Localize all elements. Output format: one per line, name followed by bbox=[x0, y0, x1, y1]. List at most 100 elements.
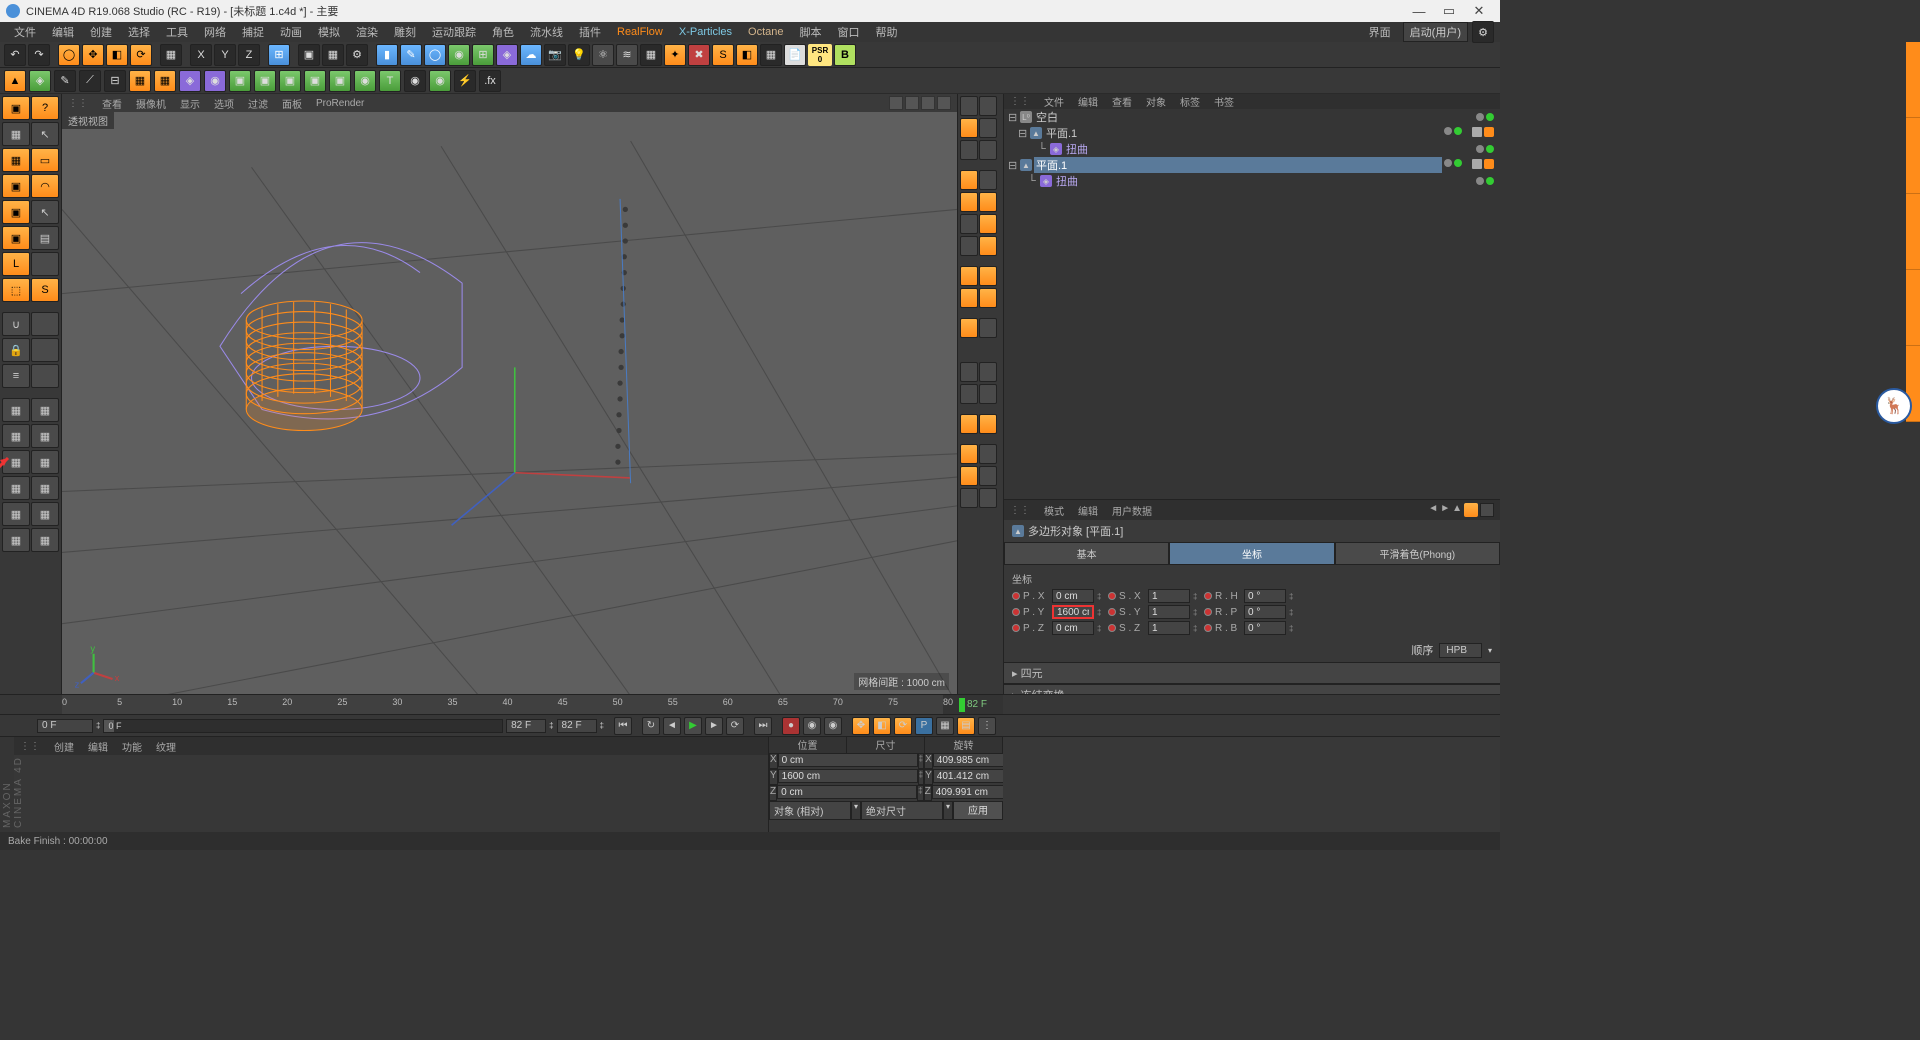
menu-sim[interactable]: 模拟 bbox=[310, 22, 348, 42]
layout-select[interactable]: 启动(用户) bbox=[1403, 22, 1468, 42]
rot-key-icon[interactable]: ⟳ bbox=[894, 717, 912, 735]
scale-key-icon[interactable]: ◧ bbox=[873, 717, 891, 735]
rt-13[interactable] bbox=[979, 236, 997, 256]
frame-slider[interactable]: 0 F bbox=[103, 719, 503, 733]
mt-4[interactable]: ⊟ bbox=[104, 70, 126, 92]
menu-char[interactable]: 角色 bbox=[484, 22, 522, 42]
rt-3[interactable] bbox=[979, 118, 997, 138]
rt-L1-icon[interactable] bbox=[960, 466, 978, 486]
rt-gear3[interactable] bbox=[960, 488, 978, 508]
vp-panel[interactable]: 面板 bbox=[282, 96, 302, 111]
keymode-icon[interactable]: ◉ bbox=[824, 717, 842, 735]
lt-g8[interactable]: ▦ bbox=[31, 476, 59, 500]
mt-15[interactable]: T bbox=[379, 70, 401, 92]
pos-key-icon[interactable]: ✥ bbox=[852, 717, 870, 735]
prev-key-icon[interactable]: ◄ bbox=[663, 717, 681, 735]
vp-camera[interactable]: 摄像机 bbox=[136, 96, 166, 111]
vp-icon-4[interactable] bbox=[937, 96, 951, 110]
ff-icon[interactable]: ⟳ bbox=[726, 717, 744, 735]
array-icon[interactable]: ⊞ bbox=[472, 44, 494, 66]
render-region-icon[interactable]: ▦ bbox=[322, 44, 344, 66]
subtab-coord[interactable]: 坐标 bbox=[1169, 542, 1334, 565]
mt-7[interactable]: ◈ bbox=[179, 70, 201, 92]
lt-g6[interactable]: ▦ bbox=[31, 450, 59, 474]
rt-recycle-icon[interactable] bbox=[960, 444, 978, 464]
menu-help[interactable]: 帮助 bbox=[868, 22, 906, 42]
attr-up-icon[interactable]: ▲ bbox=[1452, 503, 1462, 517]
rt-22[interactable] bbox=[979, 384, 997, 404]
render-settings-icon[interactable]: ⚙ bbox=[346, 44, 368, 66]
rt-14[interactable] bbox=[960, 266, 978, 286]
lt-edge-icon[interactable]: ▣ bbox=[2, 200, 30, 224]
material-manager[interactable]: ⋮⋮ 创建 编辑 功能 纹理 bbox=[14, 737, 768, 832]
lt-point-icon[interactable]: ▣ bbox=[2, 174, 30, 198]
rt-gear1[interactable] bbox=[979, 318, 997, 338]
simulate-icon[interactable]: ≋ bbox=[616, 44, 638, 66]
vp-filter[interactable]: 过滤 bbox=[248, 96, 268, 111]
vp-options[interactable]: 选项 bbox=[214, 96, 234, 111]
axis-y-icon[interactable]: Y bbox=[214, 44, 236, 66]
note-icon[interactable]: 📄 bbox=[784, 44, 806, 66]
s-icon[interactable]: S bbox=[712, 44, 734, 66]
undo-button[interactable]: ↶ bbox=[4, 44, 26, 66]
menu-sculpt[interactable]: 雕刻 bbox=[386, 22, 424, 42]
light-icon[interactable]: 💡 bbox=[568, 44, 590, 66]
param-key-icon[interactable]: P bbox=[915, 717, 933, 735]
menu-snap[interactable]: 捕捉 bbox=[234, 22, 272, 42]
rt-9[interactable] bbox=[979, 192, 997, 212]
input-py[interactable] bbox=[1052, 605, 1094, 619]
rt-24[interactable] bbox=[979, 414, 997, 434]
menu-tools[interactable]: 工具 bbox=[158, 22, 196, 42]
rt-gear2[interactable] bbox=[979, 444, 997, 464]
mt-8[interactable]: ◉ bbox=[204, 70, 226, 92]
lt-layer-icon[interactable]: ≡ bbox=[2, 364, 30, 388]
om-edit[interactable]: 编辑 bbox=[1078, 94, 1098, 109]
lt-g9[interactable]: ▦ bbox=[2, 502, 30, 526]
maximize-button[interactable]: ▭ bbox=[1434, 3, 1464, 19]
mt-2[interactable]: ✎ bbox=[54, 70, 76, 92]
redo-button[interactable]: ↷ bbox=[28, 44, 50, 66]
goto-end-icon[interactable]: ⏭ bbox=[754, 717, 772, 735]
spline-pen-icon[interactable]: ✎ bbox=[400, 44, 422, 66]
axis-x-icon[interactable]: X bbox=[190, 44, 212, 66]
rotate-icon[interactable]: ⟳ bbox=[130, 44, 152, 66]
cp-apply-button[interactable]: 应用 bbox=[953, 801, 1003, 820]
om-tag[interactable]: 标签 bbox=[1180, 94, 1200, 109]
attr-next-icon[interactable]: ► bbox=[1440, 503, 1450, 517]
lt-g2[interactable]: ▦ bbox=[31, 398, 59, 422]
cp-mode-select[interactable]: 对象 (相对) bbox=[769, 801, 851, 820]
rt-1[interactable] bbox=[960, 96, 978, 116]
right-side-strip[interactable] bbox=[1906, 42, 1920, 422]
record-icon[interactable]: ● bbox=[782, 717, 800, 735]
axis-z-icon[interactable]: Z bbox=[238, 44, 260, 66]
menu-octane[interactable]: Octane bbox=[740, 24, 791, 40]
menu-select[interactable]: 选择 bbox=[120, 22, 158, 42]
misc-icon[interactable]: ▦ bbox=[760, 44, 782, 66]
cp-pos-Y[interactable] bbox=[778, 769, 918, 783]
spline-circle-icon[interactable]: ◯ bbox=[424, 44, 446, 66]
mat-tex[interactable]: 纹理 bbox=[156, 739, 176, 754]
order-select[interactable]: HPB bbox=[1439, 643, 1482, 658]
tree-row-twist1[interactable]: └◈ 扭曲 bbox=[1004, 141, 1500, 157]
attr-pin-icon[interactable] bbox=[1480, 503, 1494, 517]
timeline-ruler[interactable]: 05101520253035404550556065707580 82 F bbox=[0, 694, 1500, 714]
rt-20[interactable] bbox=[979, 362, 997, 382]
lt-model-icon[interactable]: ▣ bbox=[2, 96, 30, 120]
loop-icon[interactable]: ↻ bbox=[642, 717, 660, 735]
subtab-phong[interactable]: 平滑着色(Phong) bbox=[1335, 542, 1500, 565]
camera-icon[interactable]: 📷 bbox=[544, 44, 566, 66]
rt-18[interactable] bbox=[960, 318, 978, 338]
menu-pipe[interactable]: 流水线 bbox=[522, 22, 571, 42]
frame-end-field[interactable] bbox=[506, 719, 546, 733]
menu-mesh[interactable]: 网络 bbox=[196, 22, 234, 42]
lt-help-icon[interactable]: ? bbox=[31, 96, 59, 120]
nurbs-icon[interactable]: ◉ bbox=[448, 44, 470, 66]
menu-xparticles[interactable]: X-Particles bbox=[671, 24, 740, 40]
attr-prev-icon[interactable]: ◄ bbox=[1428, 503, 1438, 517]
move-icon[interactable]: ✥ bbox=[82, 44, 104, 66]
rt-19[interactable] bbox=[960, 362, 978, 382]
vp-icon-2[interactable] bbox=[905, 96, 919, 110]
input-sx[interactable] bbox=[1148, 589, 1190, 603]
minimize-button[interactable]: — bbox=[1404, 4, 1434, 19]
vp-icon-1[interactable] bbox=[889, 96, 903, 110]
